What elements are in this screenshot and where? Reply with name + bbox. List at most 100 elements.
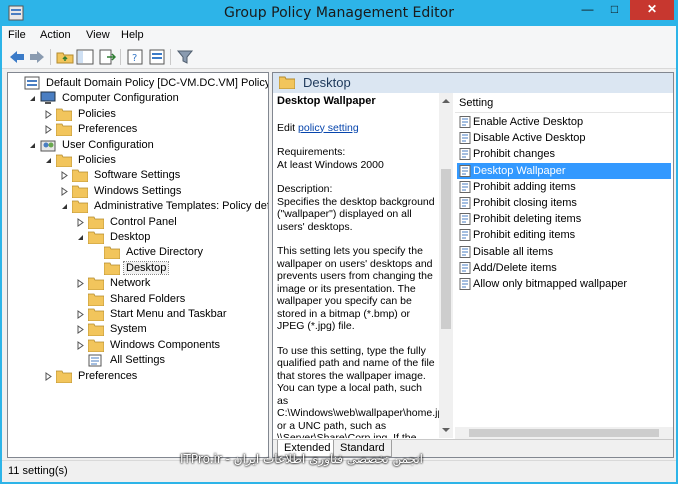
- filter-icon[interactable]: [176, 48, 194, 66]
- tree-node-label: Computer Configuration: [62, 92, 179, 105]
- show-hide-tree-icon[interactable]: [76, 48, 94, 66]
- folder-icon: [103, 261, 121, 276]
- setting-row[interactable]: Allow only bitmapped wallpaper: [457, 276, 671, 292]
- menu-file[interactable]: File: [8, 29, 26, 41]
- gpo-icon: [24, 76, 40, 90]
- tree-collapsed-arrow-icon[interactable]: [44, 371, 53, 381]
- tree-expanded-arrow-icon[interactable]: [76, 233, 85, 242]
- setting-row[interactable]: Prohibit deleting items: [457, 211, 671, 227]
- setting-row[interactable]: Desktop Wallpaper: [457, 162, 671, 179]
- edit-prefix: Edit: [277, 121, 296, 134]
- folder-icon: [103, 245, 121, 260]
- edit-line: Edit policy setting: [277, 122, 435, 135]
- tree-node-label: Network: [110, 277, 151, 290]
- close-button[interactable]: ✕: [630, 0, 674, 20]
- policy-setting-icon: [459, 132, 471, 145]
- tree-expanded-arrow-icon[interactable]: [44, 156, 53, 165]
- description-paragraph-2: This setting lets you specify the wallpa…: [277, 245, 433, 332]
- tree-collapsed-arrow-icon[interactable]: [76, 310, 85, 319]
- folder-icon: [71, 168, 89, 183]
- tree-expanded-arrow-icon[interactable]: [28, 94, 37, 103]
- folder-icon: [279, 76, 295, 89]
- setting-label: Prohibit closing items: [473, 197, 577, 209]
- setting-label: Prohibit deleting items: [473, 213, 582, 226]
- setting-label: Add/Delete items: [473, 261, 557, 274]
- tree-node-label: Desktop: [110, 231, 151, 243]
- folder-icon: [87, 338, 105, 353]
- requirements: Requirements: At least Windows 2000: [277, 146, 435, 171]
- up-folder-icon[interactable]: [56, 48, 74, 66]
- folder-icon: [55, 369, 73, 383]
- setting-column-header[interactable]: Setting: [455, 93, 673, 113]
- tree-expanded-arrow-icon[interactable]: [60, 202, 69, 211]
- setting-row[interactable]: Prohibit adding items: [457, 179, 671, 195]
- toolbar: ?: [2, 45, 676, 69]
- title-bar[interactable]: Group Policy Management Editor — □ ✕: [0, 0, 678, 26]
- scrollbar-thumb[interactable]: [469, 429, 659, 437]
- tree-node-label: System: [110, 323, 147, 336]
- tree-collapsed-arrow-icon[interactable]: [76, 279, 85, 289]
- tree-collapsed-arrow-icon[interactable]: [76, 217, 85, 227]
- description-block: Description: Specifies the desktop backgr…: [277, 183, 435, 233]
- export-list-icon[interactable]: [98, 48, 116, 66]
- setting-row[interactable]: Enable Active Desktop: [457, 114, 671, 130]
- description-paragraph-3: To use this setting, type the fully qual…: [277, 344, 439, 439]
- back-arrow-icon[interactable]: [8, 48, 26, 66]
- setting-row[interactable]: Disable all items: [457, 244, 671, 260]
- menu-help[interactable]: Help: [121, 29, 144, 41]
- description-scrollbar[interactable]: [439, 93, 453, 438]
- details-header-title: Desktop: [303, 75, 351, 90]
- tree-node-label: Windows Components: [110, 338, 221, 351]
- tree-node-label: Desktop: [122, 260, 170, 275]
- tree-collapsed-arrow-icon[interactable]: [44, 125, 53, 135]
- tree-collapsed-arrow-icon[interactable]: [44, 109, 53, 119]
- folder-icon: [87, 307, 105, 322]
- extended-description: Desktop Wallpaper Edit policy setting Re…: [273, 93, 439, 438]
- description-label: Description:: [277, 183, 333, 195]
- app-window: Group Policy Management Editor — □ ✕ Fil…: [0, 0, 678, 484]
- menu-view[interactable]: View: [86, 29, 110, 41]
- tree-node-label: Administrative Templates: Policy definit…: [94, 200, 268, 213]
- tree-node-label: Start Menu and Taskbar: [110, 308, 227, 320]
- tree-expanded-arrow-icon[interactable]: [28, 141, 37, 150]
- requirements-value: At least Windows 2000: [277, 158, 384, 171]
- toolbar-separator: [50, 49, 51, 65]
- tree-node-label: Shared Folders: [110, 292, 186, 305]
- scroll-up-arrow-icon[interactable]: [442, 99, 450, 103]
- setting-row[interactable]: Add/Delete items: [457, 260, 671, 276]
- settings-horizontal-scrollbar[interactable]: [455, 427, 673, 439]
- computer-icon: [40, 91, 56, 105]
- menu-action[interactable]: Action: [40, 29, 71, 41]
- properties-icon[interactable]: [148, 48, 166, 66]
- setting-label: Disable Active Desktop: [473, 132, 586, 145]
- console-tree[interactable]: Default Domain Policy [DC-VM.DC.VM] Poli…: [7, 72, 269, 458]
- policy-setting-icon: [459, 229, 471, 242]
- tree-collapsed-arrow-icon[interactable]: [76, 325, 85, 335]
- tree-node-label: Software Settings: [94, 169, 181, 182]
- policy-setting-icon: [459, 180, 471, 193]
- maximize-button[interactable]: □: [601, 0, 628, 20]
- folder-icon: [55, 153, 73, 168]
- tree-collapsed-arrow-icon[interactable]: [60, 171, 69, 181]
- policy-setting-link[interactable]: policy setting: [298, 122, 359, 134]
- scrollbar-thumb[interactable]: [441, 169, 451, 329]
- setting-row[interactable]: Prohibit editing items: [457, 227, 671, 243]
- tree-collapsed-arrow-icon[interactable]: [60, 186, 69, 196]
- setting-row[interactable]: Prohibit changes: [457, 146, 671, 162]
- client-area: File Action View Help ? Default Domain P…: [2, 26, 676, 482]
- tree-node-label: Control Panel: [110, 215, 177, 228]
- scroll-down-arrow-icon[interactable]: [442, 428, 450, 432]
- policy-setting-icon: [459, 148, 471, 161]
- policy-setting-icon: [459, 116, 471, 128]
- setting-label: Prohibit changes: [473, 148, 555, 161]
- details-pane: Desktop Desktop Wallpaper Edit policy se…: [272, 72, 674, 458]
- help-icon[interactable]: ?: [126, 48, 144, 66]
- menu-bar: File Action View Help: [2, 26, 676, 45]
- setting-row[interactable]: Prohibit closing items: [457, 195, 671, 211]
- forward-arrow-icon[interactable]: [28, 48, 46, 66]
- setting-row[interactable]: Disable Active Desktop: [457, 130, 671, 146]
- tree-collapsed-arrow-icon[interactable]: [76, 340, 85, 350]
- policy-setting-icon: [459, 164, 471, 177]
- minimize-button[interactable]: —: [574, 0, 601, 20]
- all-settings-icon: [88, 353, 104, 367]
